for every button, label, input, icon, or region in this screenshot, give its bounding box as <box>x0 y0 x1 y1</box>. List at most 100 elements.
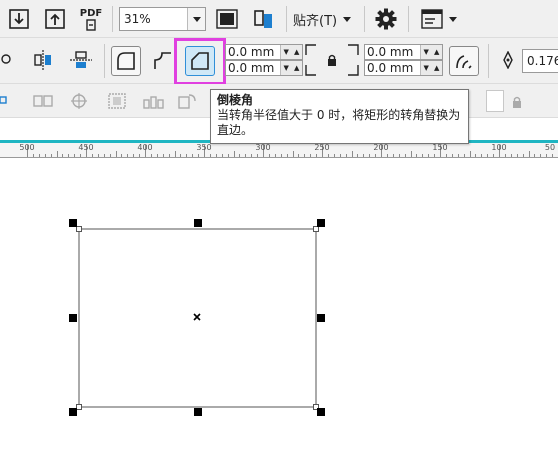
spin-arrows[interactable]: ▼ ▲ <box>280 45 302 59</box>
selected-rectangle[interactable] <box>0 159 558 473</box>
window-layout-dropdown[interactable] <box>418 6 460 32</box>
corner-radius-top-right-input[interactable]: 0.0 mm ▼ ▲ <box>364 44 443 60</box>
ruler-label: 400 <box>137 143 153 152</box>
pdf-label: PDF <box>79 7 103 19</box>
snap-to-dropdown[interactable]: 贴齐(T) <box>293 8 357 30</box>
outline-pen-icon <box>499 50 517 70</box>
ruler-tick <box>175 151 176 157</box>
ruler-tick <box>464 154 465 157</box>
window-icon <box>421 9 443 29</box>
ruler-tick <box>169 154 170 157</box>
trim-button[interactable] <box>66 90 92 112</box>
intersect-button[interactable] <box>104 90 130 112</box>
spin-up-icon[interactable]: ▲ <box>292 45 303 59</box>
export-icon <box>45 9 65 29</box>
property-bar: 0.0 mm ▼ ▲ 0.0 mm ▼ ▲ 0.0 mm ▼ ▲ 0.0 mm ▼ ▲ <box>0 38 558 85</box>
ruler-tick <box>275 154 276 157</box>
simplify-button[interactable] <box>140 90 166 112</box>
lock-corners-button[interactable] <box>325 52 339 68</box>
ruler-tick <box>304 154 305 157</box>
ruler-tick <box>511 154 512 157</box>
ruler-tick <box>357 154 358 157</box>
ruler-tick <box>399 154 400 157</box>
chamfer-corner-icon <box>191 52 209 70</box>
separator <box>408 6 409 32</box>
ruler-tick <box>92 154 93 157</box>
export-button[interactable] <box>42 6 68 32</box>
spin-arrows[interactable]: ▼ ▲ <box>420 61 442 75</box>
ruler-tick <box>80 154 81 157</box>
corner-radius-top-left-input[interactable]: 0.0 mm ▼ ▲ <box>225 44 303 60</box>
ruler-tick <box>369 154 370 157</box>
spin-down-icon[interactable]: ▼ <box>281 45 292 59</box>
spin-down-icon[interactable]: ▼ <box>281 61 292 75</box>
full-page-icon <box>216 9 238 29</box>
ruler-tick <box>74 154 75 157</box>
spin-up-icon[interactable]: ▲ <box>292 61 303 75</box>
corner-radius-bottom-left-input[interactable]: 0.0 mm ▼ ▲ <box>225 60 303 76</box>
selection-handle-right[interactable] <box>317 314 325 322</box>
corner-radius-bottom-left-value: 0.0 mm <box>228 61 275 75</box>
ruler-label: 350 <box>196 143 212 152</box>
zoom-level-dropdown[interactable]: 31% <box>119 7 206 31</box>
ruler-tick <box>287 154 288 157</box>
application-launcher-button[interactable] <box>250 6 278 32</box>
spin-arrows[interactable]: ▼ ▲ <box>280 61 302 75</box>
corner-indicator <box>304 44 318 76</box>
selection-handle-bottom[interactable] <box>194 408 202 416</box>
ruler-tick <box>68 154 69 157</box>
ruler-tick <box>163 154 164 157</box>
selection-handle-top-left[interactable] <box>69 219 77 227</box>
ruler-tick <box>62 154 63 157</box>
zoom-to-page-button[interactable] <box>214 6 240 32</box>
ruler-tick <box>487 154 488 157</box>
ruler-tick <box>452 154 453 157</box>
lock-icon <box>328 54 336 66</box>
options-button[interactable] <box>372 6 400 32</box>
spin-up-icon[interactable]: ▲ <box>432 45 443 59</box>
ruler-tick <box>139 154 140 157</box>
weld-button[interactable] <box>30 90 56 112</box>
partial-icon[interactable] <box>0 92 8 108</box>
import-button[interactable] <box>6 6 32 32</box>
ruler-tick <box>446 154 447 157</box>
ruler-label: 150 <box>432 143 448 152</box>
trim-icon <box>71 93 87 109</box>
publish-pdf-button[interactable]: PDF <box>76 4 106 34</box>
ruler-tick <box>470 151 471 157</box>
corner-radius-bottom-right-input[interactable]: 0.0 mm ▼ ▲ <box>364 60 443 76</box>
front-minus-back-button[interactable] <box>174 90 200 112</box>
ruler-tick <box>375 154 376 157</box>
ruler-tick <box>422 154 423 157</box>
chamfer-tooltip: 倒棱角 当转角半径值大于 0 时，将矩形的转角替换为直边。 <box>210 89 469 144</box>
spin-arrows[interactable]: ▼ ▲ <box>420 45 442 59</box>
ruler-tick <box>257 154 258 157</box>
selection-handle-top[interactable] <box>194 219 202 227</box>
ruler-tick <box>151 154 152 157</box>
ruler-label: 200 <box>373 143 389 152</box>
ruler-tick <box>293 151 294 157</box>
selection-handle-top-right[interactable] <box>317 219 325 227</box>
outline-width-dropdown[interactable]: 0.176 <box>522 49 558 73</box>
shape-option-icon[interactable] <box>0 52 12 66</box>
spin-up-icon[interactable]: ▲ <box>432 61 443 75</box>
spin-down-icon[interactable]: ▼ <box>421 61 432 75</box>
ruler-tick <box>411 151 412 157</box>
ruler-tick <box>416 154 417 157</box>
selection-handle-bottom-right[interactable] <box>317 408 325 416</box>
selection-handle-left[interactable] <box>69 314 77 322</box>
disabled-field <box>486 90 504 112</box>
chamfer-corner-button[interactable] <box>185 46 215 76</box>
align-vertical-button[interactable] <box>68 48 94 72</box>
lock-ratio-button[interactable] <box>510 94 524 110</box>
align-horizontal-button[interactable] <box>30 48 56 72</box>
spin-down-icon[interactable]: ▼ <box>421 45 432 59</box>
round-corner-button[interactable] <box>111 46 141 76</box>
drawing-canvas[interactable] <box>0 159 558 473</box>
ruler-tick <box>316 154 317 157</box>
ruler-tick <box>393 154 394 157</box>
selection-handle-bottom-left[interactable] <box>69 408 77 416</box>
relative-corner-scaling-button[interactable] <box>449 46 479 76</box>
ruler-tick <box>505 154 506 157</box>
ruler-tick <box>523 154 524 157</box>
